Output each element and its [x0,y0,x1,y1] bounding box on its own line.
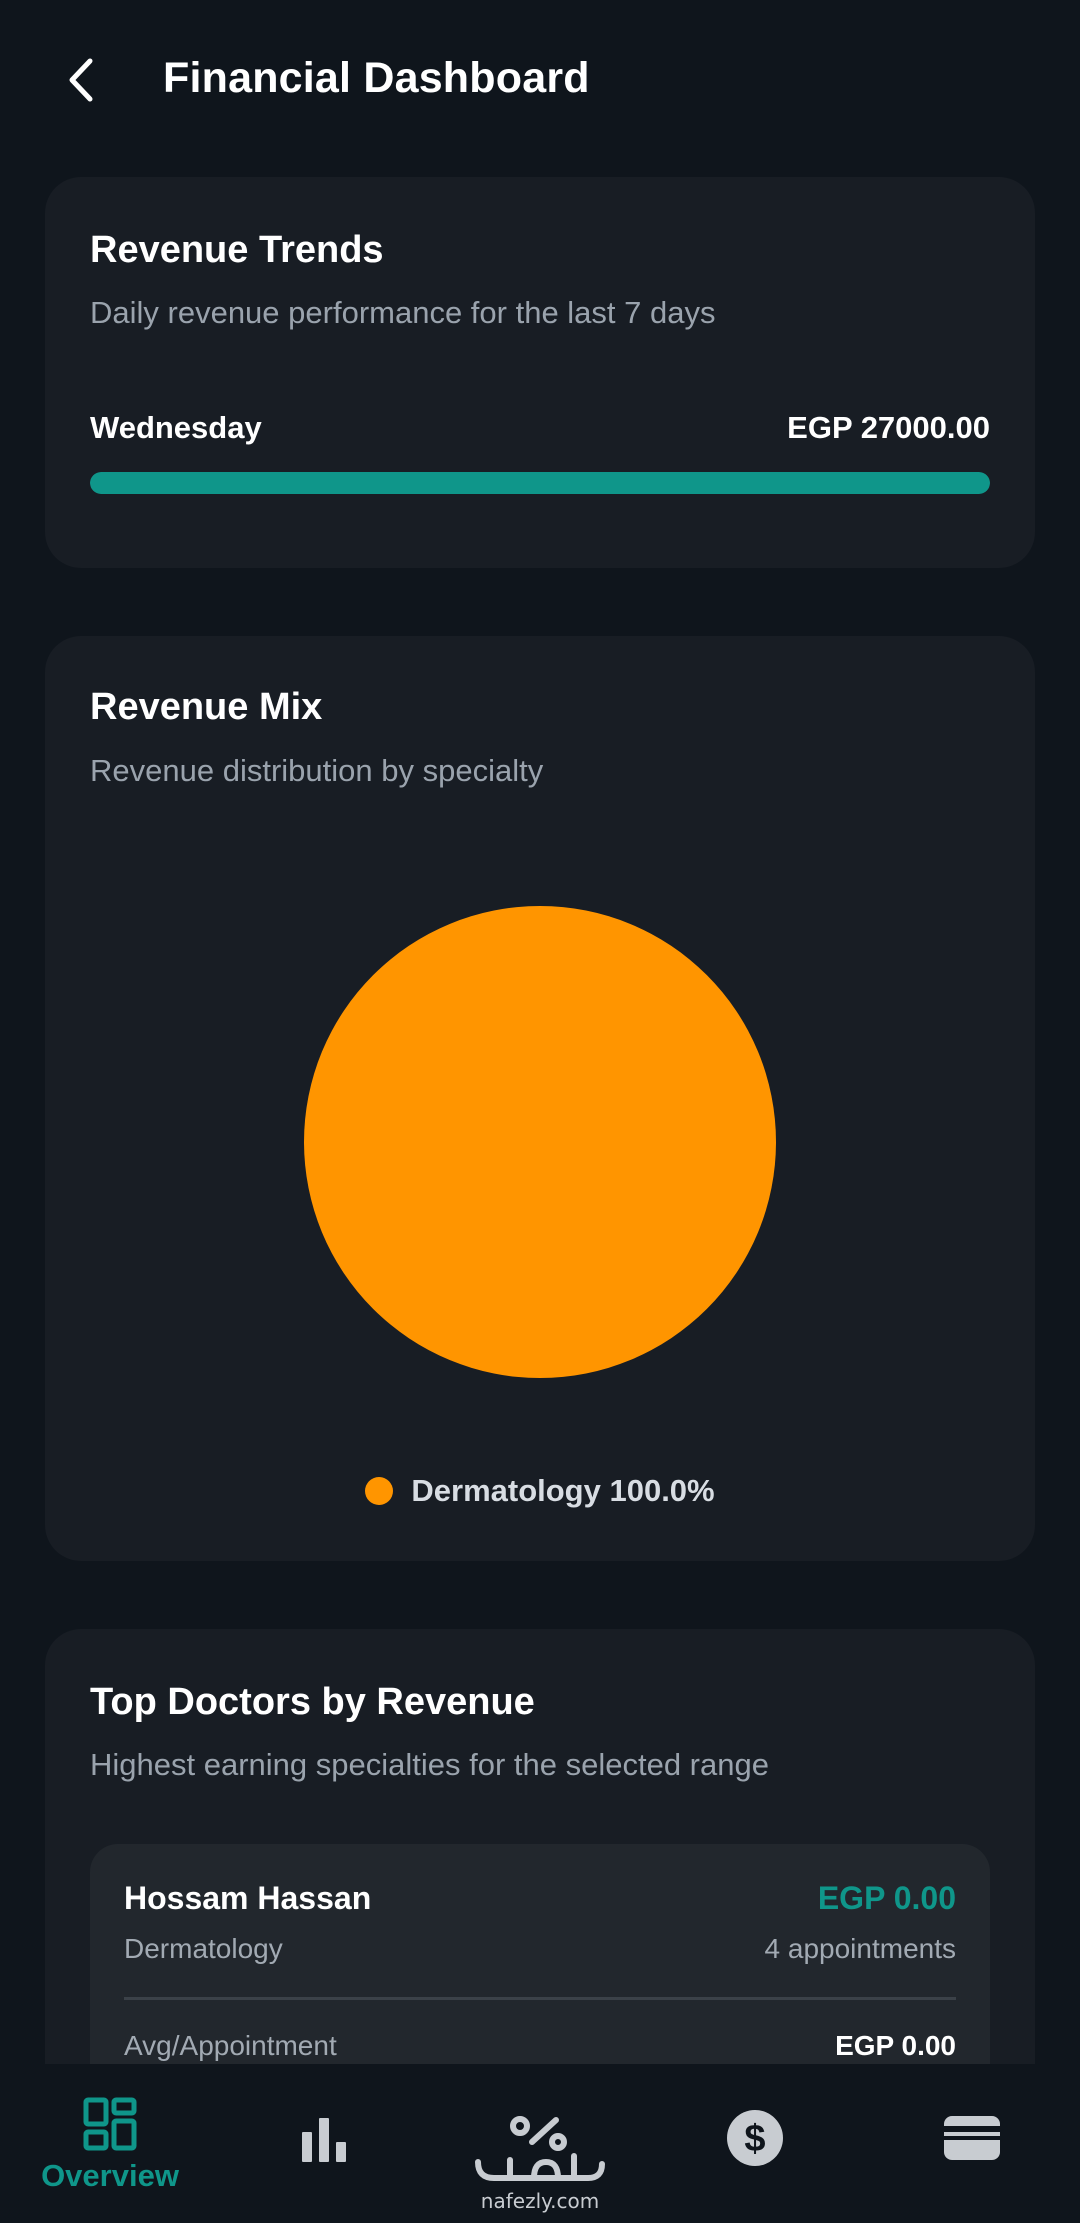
avg-appointment-label: Avg/Appointment [124,2030,337,2061]
logo-text: nafezly.com [480,2189,600,2213]
financial-dashboard-screen: Financial Dashboard Revenue Trends Daily… [0,0,1080,2223]
nav-label-overview: Overview [41,2158,179,2193]
app-header: Financial Dashboard [0,0,1080,160]
nav-tab-wallet[interactable] [912,2064,1032,2223]
doctor-revenue: EGP 0.00 [817,1880,956,1916]
dashboard-icon [83,2097,137,2151]
card-title: Revenue Mix [90,686,323,728]
card-title: Top Doctors by Revenue [90,1681,535,1723]
card-subtitle: Highest earning specialties for the sele… [90,1747,769,1782]
revenue-mix-card: Revenue Mix Revenue distribution by spec… [45,636,1035,1561]
wallet-icon [944,2116,1000,2160]
trend-progress-fill [90,472,990,494]
card-subtitle: Revenue distribution by specialty [90,753,544,788]
page-title: Financial Dashboard [163,54,590,102]
back-button[interactable] [52,50,112,110]
nafezly-logo: nafezly.com [470,2112,610,2223]
card-title: Revenue Trends [90,229,384,271]
nav-tab-overview[interactable]: Overview [30,2064,190,2223]
doctor-appointments: 4 appointments [764,1933,956,1964]
nav-tab-payments[interactable]: $ [695,2064,815,2223]
card-subtitle: Daily revenue performance for the last 7… [90,295,716,330]
pie-chart-svg [304,906,776,1378]
svg-text:$: $ [744,2118,765,2160]
dollar-circle-icon: $ [727,2110,783,2166]
doctor-name: Hossam Hassan [124,1880,372,1916]
pie-slice-dermatology [304,906,776,1378]
trend-day-amount: EGP 27000.00 [787,410,990,445]
doctor-specialty: Dermatology [124,1933,283,1964]
trend-progress-track [90,472,990,494]
avg-appointment-value: EGP 0.00 [835,2030,956,2061]
divider [124,1997,956,2000]
bar-chart-icon [302,2118,346,2162]
pie-legend: Dermatology 100.0% [45,1473,1035,1509]
legend-swatch [365,1477,394,1505]
nav-tab-analytics[interactable] [264,2064,384,2223]
revenue-pie-chart [302,904,778,1380]
chevron-left-icon [69,58,93,102]
revenue-trends-card: Revenue Trends Daily revenue performance… [45,177,1035,568]
trend-day-label: Wednesday [90,410,262,445]
logo-mark-icon [475,2116,605,2181]
legend-label: Dermatology 100.0% [411,1473,715,1508]
